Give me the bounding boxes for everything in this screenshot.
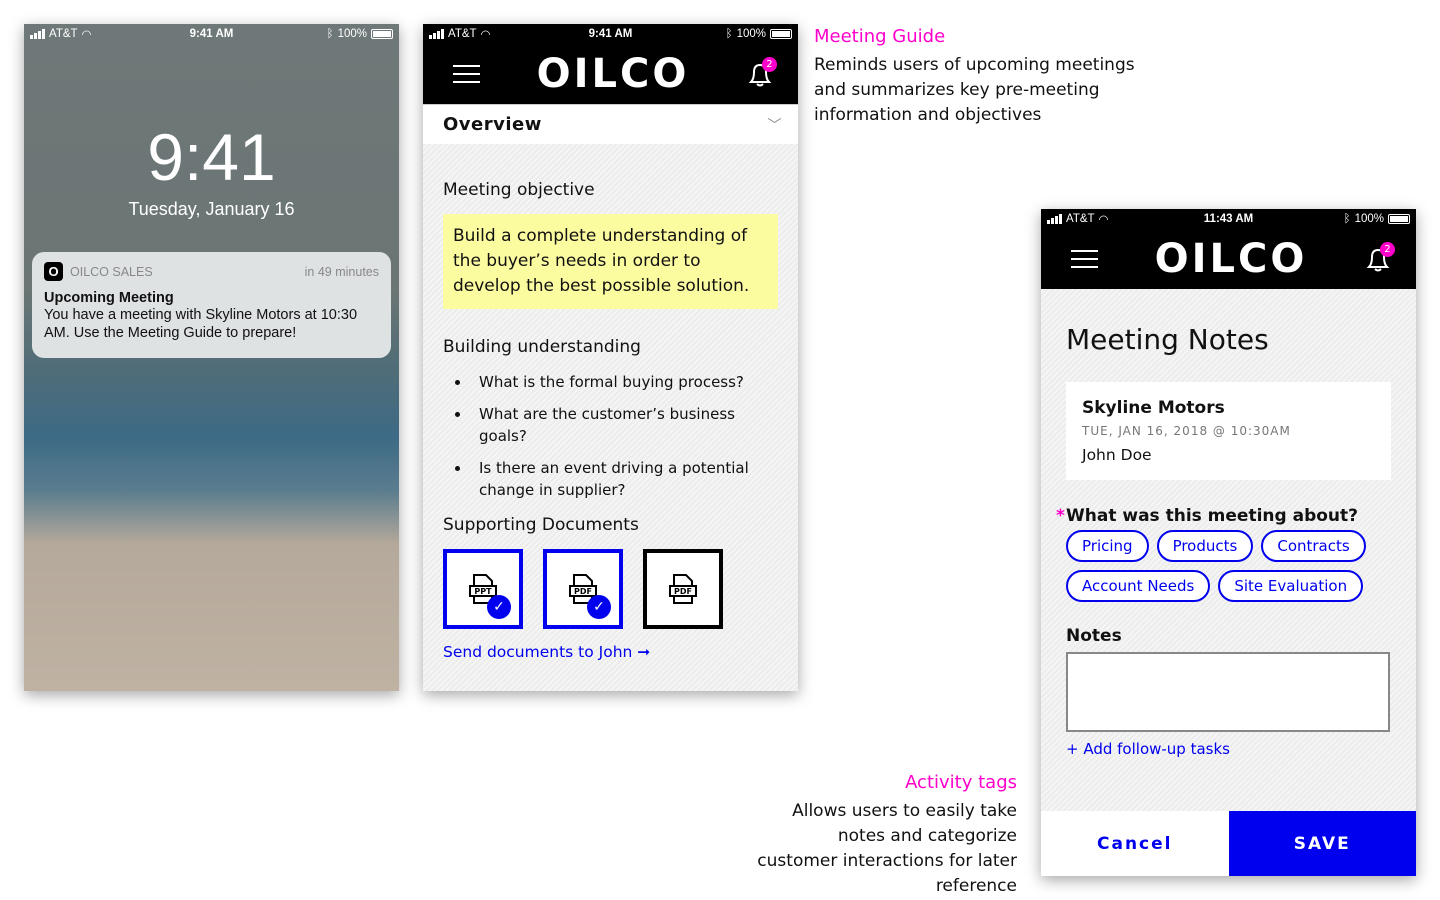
svg-text:PDF: PDF (674, 587, 692, 596)
tag-account-needs[interactable]: Account Needs (1066, 570, 1211, 602)
wifi-icon: ◠ (480, 29, 491, 41)
notifications-button[interactable]: 2 (1364, 242, 1395, 274)
signal-icon (429, 29, 444, 39)
app-header: OILCO 2 (423, 44, 798, 104)
cancel-button[interactable]: Cancel (1041, 811, 1229, 876)
notification-app: OILCO SALES (70, 264, 153, 279)
document-ppt[interactable]: PPT ✓ (443, 549, 523, 629)
notes-input[interactable] (1066, 652, 1390, 732)
status-bar: AT&T ◠ 9:41 AM ᛒ 100% (423, 24, 798, 44)
meeting-card: Skyline Motors TUE, JAN 16, 2018 @ 10:30… (1066, 382, 1391, 480)
bluetooth-icon: ᛒ (326, 28, 334, 40)
docs-heading: Supporting Documents (443, 515, 639, 535)
tags-question: * What was this meeting about? (1056, 506, 1391, 526)
wifi-icon: ◠ (1098, 214, 1109, 226)
notification-badge: 2 (761, 57, 777, 72)
signal-icon (1047, 214, 1062, 224)
battery-icon (370, 29, 393, 39)
signal-icon (30, 29, 45, 39)
understanding-heading: Building understanding (443, 337, 641, 357)
battery-percent: 100% (337, 28, 367, 40)
document-pdf[interactable]: PDF (643, 549, 723, 629)
question-list: What is the formal buying process? What … (443, 371, 778, 501)
tag-products[interactable]: Products (1156, 530, 1254, 562)
lock-date: Tuesday, January 16 (128, 199, 295, 219)
menu-icon[interactable] (1071, 250, 1098, 268)
meeting-notes-screen: AT&T ◠ 11:43 AM ᛒ 100% OILCO 2 Meeting Not… (1041, 209, 1416, 876)
annotation-text: Allows users to easily take notes and ca… (757, 801, 1017, 896)
notification-badge: 2 (1379, 242, 1395, 257)
status-bar: AT&T ◠ 9:41 AM ᛒ 100% (24, 24, 399, 44)
tag-contracts[interactable]: Contracts (1261, 530, 1366, 562)
tag-site-evaluation[interactable]: Site Evaluation (1218, 570, 1364, 602)
battery-percent: 100% (736, 28, 766, 40)
svg-text:PDF: PDF (574, 587, 592, 596)
battery-icon (1388, 214, 1410, 224)
carrier: AT&T (1066, 213, 1095, 225)
annotation-title: Meeting Guide (814, 26, 946, 47)
lock-screen: AT&T ◠ 9:41 AM ᛒ 100% 9:41 Tuesday, Januar… (24, 24, 399, 691)
svg-text:PPT: PPT (474, 587, 492, 596)
chevron-down-icon: ﹀ (767, 117, 782, 134)
action-buttons: Cancel SAVE (1041, 811, 1416, 876)
contact-name: John Doe (1082, 446, 1152, 464)
bluetooth-icon: ᛒ (725, 28, 733, 40)
activity-tags: Pricing Products Contracts Account Needs… (1066, 530, 1386, 602)
check-icon: ✓ (487, 595, 511, 619)
notes-content: Meeting Notes Skyline Motors TUE, JAN 16… (1041, 289, 1416, 811)
menu-icon[interactable] (453, 65, 480, 83)
annotation-title: Activity tags (905, 772, 1017, 793)
meeting-guide-annotation: Meeting Guide Reminds users of upcoming … (814, 24, 1144, 128)
objective-heading: Meeting objective (443, 180, 595, 200)
activity-tags-annotation: Activity tags Allows users to easily tak… (756, 770, 1017, 899)
save-button[interactable]: SAVE (1228, 811, 1416, 876)
status-time: 11:43 AM (1203, 213, 1254, 225)
status-time: 9:41 AM (189, 28, 234, 40)
document-list: PPT ✓ PDF ✓ PDF (443, 549, 778, 629)
carrier: AT&T (49, 28, 78, 40)
list-item: What is the formal buying process? (443, 371, 778, 393)
section-dropdown[interactable]: Overview ﹀ (423, 104, 798, 144)
add-follow-up-link[interactable]: + Add follow-up tasks (1066, 740, 1391, 758)
notification-body: You have a meeting with Skyline Motors a… (44, 307, 358, 341)
status-time: 9:41 AM (588, 28, 633, 40)
pdf-file-icon: PDF (669, 574, 697, 604)
company-name: Skyline Motors (1082, 398, 1225, 418)
check-icon: ✓ (587, 595, 611, 619)
battery-icon (769, 29, 792, 39)
annotation-text: Reminds users of upcoming meetings and s… (814, 55, 1135, 125)
wifi-icon: ◠ (81, 29, 92, 41)
battery-percent: 100% (1354, 213, 1384, 225)
tag-pricing[interactable]: Pricing (1066, 530, 1149, 562)
notifications-button[interactable]: 2 (746, 57, 777, 89)
notification-title: Upcoming Meeting (44, 290, 174, 306)
dropdown-value: Overview (443, 114, 542, 135)
objective-text: Build a complete understanding of the bu… (443, 214, 778, 309)
logo: OILCO (536, 51, 690, 97)
app-icon: O (44, 262, 63, 281)
bluetooth-icon: ᛒ (1343, 213, 1351, 225)
notes-label: Notes (1066, 626, 1122, 646)
send-documents-link[interactable]: Send documents to John ➞ (443, 643, 778, 661)
meeting-datetime: TUE, JAN 16, 2018 @ 10:30AM (1082, 424, 1291, 438)
document-pdf[interactable]: PDF ✓ (543, 549, 623, 629)
notification[interactable]: O OILCO SALES in 49 minutes Upcoming Meeti… (32, 252, 391, 358)
list-item: What are the customer’s business goals? (443, 403, 778, 447)
guide-content: Meeting objective Build a complete under… (423, 144, 798, 691)
lock-time: 9:41 (147, 120, 276, 194)
status-bar: AT&T ◠ 11:43 AM ᛒ 100% (1041, 209, 1416, 229)
logo: OILCO (1154, 236, 1308, 282)
required-marker: * (1056, 506, 1065, 526)
app-header: OILCO 2 (1041, 229, 1416, 289)
question-label: What was this meeting about? (1066, 506, 1359, 526)
meeting-guide-screen: AT&T ◠ 9:41 AM ᛒ 100% OILCO 2 Overview ﹀ Me… (423, 24, 798, 691)
page-title: Meeting Notes (1066, 323, 1269, 356)
list-item: Is there an event driving a potential ch… (443, 457, 778, 501)
notification-time: in 49 minutes (304, 264, 379, 279)
carrier: AT&T (448, 28, 477, 40)
